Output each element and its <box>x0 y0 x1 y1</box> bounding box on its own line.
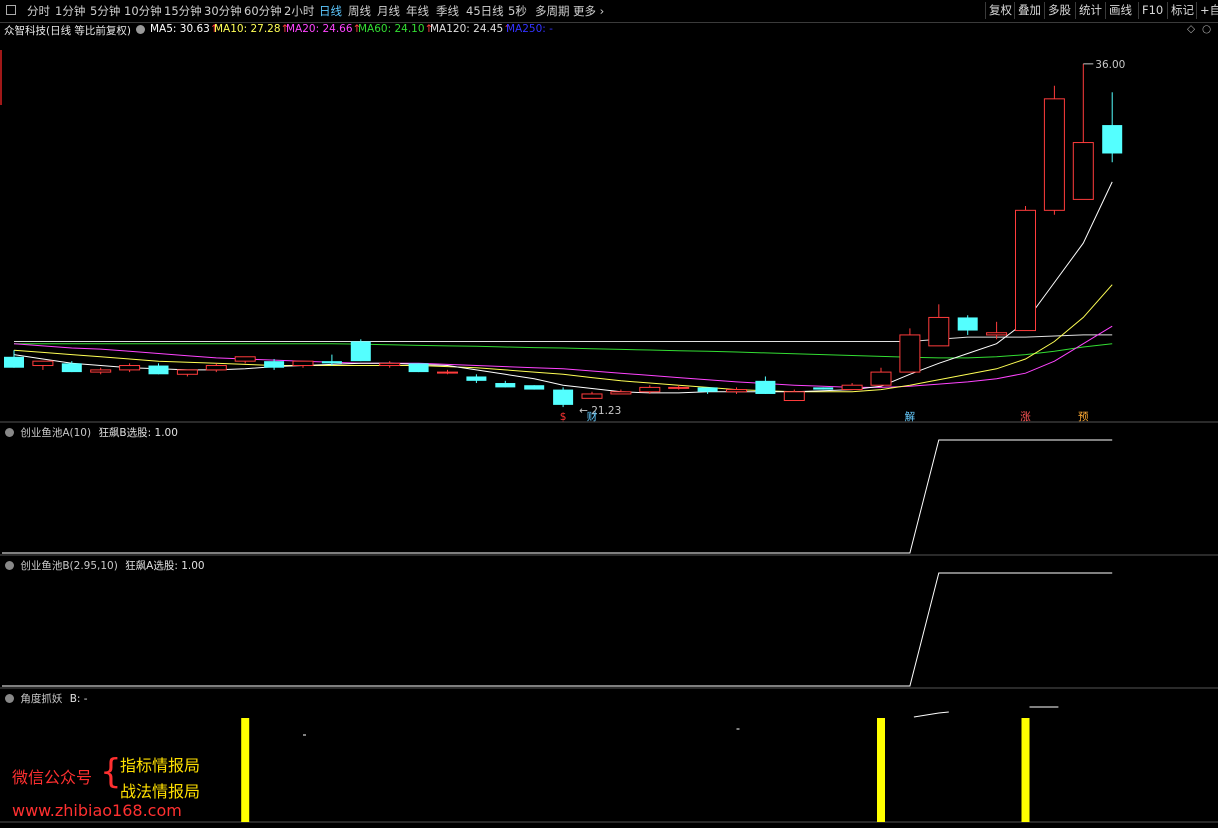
candle-body-30 <box>870 371 892 386</box>
candle-body-33 <box>957 317 978 331</box>
signal-b-line <box>2 572 1113 687</box>
candle-body-3 <box>90 369 112 373</box>
pane-c-value: B: - <box>69 693 88 705</box>
candle-body-22 <box>639 386 661 393</box>
pane-b-title: 创业鱼池B(2.95,10) 狂飙A选股: 1.00 <box>5 558 205 573</box>
candle-body-27 <box>783 391 805 402</box>
pane-a-collapse-icon[interactable] <box>5 428 14 437</box>
candle-body-38 <box>1102 125 1123 154</box>
pane-a-title: 创业鱼池A(10) 狂飙B选股: 1.00 <box>5 425 178 440</box>
candle-body-17 <box>495 383 516 388</box>
event-marker-4: 预 <box>1078 411 1089 423</box>
candle-body-21 <box>610 391 632 395</box>
pane-c-name: 角度抓妖 <box>20 693 63 705</box>
candle-body-4 <box>119 365 141 371</box>
candle-body-14 <box>408 363 429 373</box>
candle-body-26 <box>755 380 776 394</box>
watermark-line1: 指标情报局 <box>120 756 201 775</box>
candle-body-25 <box>726 389 747 393</box>
candle-body-2 <box>61 363 82 373</box>
candle-body-15 <box>437 371 458 374</box>
pane-c-title: 角度抓妖 B: - <box>5 691 88 706</box>
angle-curve-1 <box>913 711 949 718</box>
candle-body-12 <box>350 341 371 362</box>
watermark-line2: 战法情报局 <box>120 782 201 801</box>
pane-b-name: 创业鱼池B(2.95,10) <box>20 560 118 572</box>
candle-body-36 <box>1043 98 1065 211</box>
candle-body-7 <box>205 365 227 371</box>
angle-bar-35 <box>1021 718 1030 822</box>
candle-body-18 <box>524 385 545 390</box>
candle-body-20 <box>581 393 603 399</box>
candle-body-37 <box>1072 142 1094 200</box>
candle-body-31 <box>899 334 921 373</box>
candle-body-13 <box>379 362 401 367</box>
candle-body-0 <box>4 356 24 368</box>
kline-chart[interactable]: 36.00 ← 21.23 $ 财 解 涨 预 <box>0 0 1218 828</box>
candle-body-8 <box>234 356 256 362</box>
watermark-url: www.zhibiao168.com <box>12 801 182 820</box>
low-price-label: ← 21.23 <box>579 405 621 417</box>
pane-a-value: 狂飙B选股: 1.00 <box>98 427 178 439</box>
candle-body-5 <box>148 365 169 375</box>
candle-body-16 <box>466 376 487 381</box>
watermark-brace: { <box>100 752 122 792</box>
pane-b-collapse-icon[interactable] <box>5 561 14 570</box>
pane-c-collapse-icon[interactable] <box>5 694 14 703</box>
candle-body-29 <box>841 384 863 391</box>
candle-body-35 <box>1015 209 1036 332</box>
event-marker-0: $ <box>560 411 567 423</box>
candle-body-10 <box>292 360 314 367</box>
left-accent-strip <box>0 50 2 105</box>
event-marker-3: 涨 <box>1020 411 1031 423</box>
candle-body-9 <box>264 361 285 368</box>
pane-a-name: 创业鱼池A(10) <box>20 427 92 439</box>
candle-body-28 <box>813 387 834 390</box>
event-marker-2: 解 <box>905 410 916 423</box>
high-price-label: 36.00 <box>1095 59 1125 71</box>
angle-bar-30 <box>877 718 885 822</box>
candle-body-6 <box>176 369 198 375</box>
pane-b-value: 狂飙A选股: 1.00 <box>125 560 205 572</box>
candle-body-23 <box>668 386 690 389</box>
event-marker-1: 财 <box>587 410 598 423</box>
candle-body-19 <box>553 389 574 405</box>
candle-body-32 <box>928 316 950 347</box>
candle-body-24 <box>697 387 718 392</box>
ma5-line <box>13 181 1113 394</box>
candle-body-1 <box>32 360 54 367</box>
signal-a-line <box>2 439 1113 554</box>
candle-body-34 <box>986 332 1008 336</box>
watermark-left: 微信公众号 <box>12 768 93 787</box>
angle-bar-8 <box>241 718 250 822</box>
candle-body-11 <box>321 361 342 364</box>
